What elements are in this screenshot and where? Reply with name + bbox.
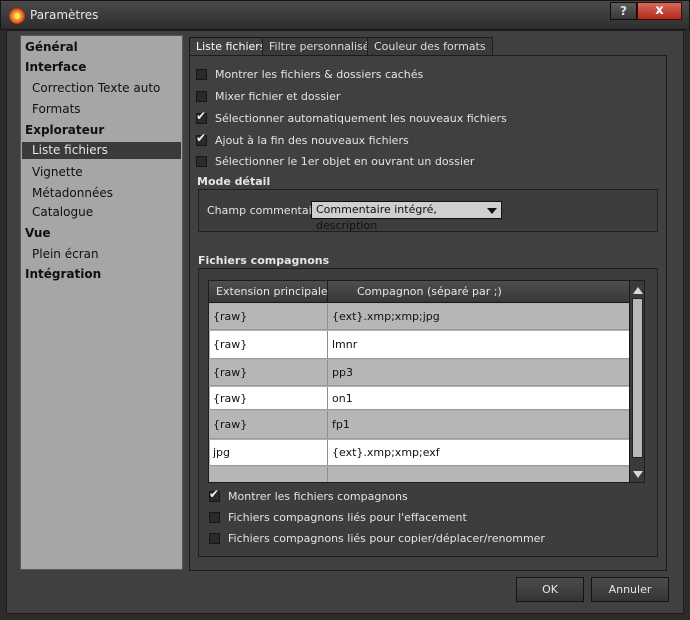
checkbox[interactable] [196,131,207,146]
table-cell[interactable]: {raw} [210,411,328,438]
scroll-up-icon[interactable] [633,287,643,294]
app-icon [9,8,25,24]
table-cell[interactable]: {raw} [210,304,328,329]
table-scrollbar[interactable] [629,281,644,482]
table-row[interactable]: {raw} pp3 [210,360,629,386]
option-label: Fichiers compagnons liés pour copier/dép… [228,531,545,545]
table-cell[interactable] [328,467,629,482]
ok-button[interactable]: OK [516,577,584,602]
option-append-new[interactable]: Ajout à la fin des nouveaux fichiers [196,131,409,148]
sidebar-item-plein-ecran[interactable]: Plein écran [22,246,181,263]
companions-table: Extension principale Compagnon (séparé p… [208,280,645,483]
title-bar: Paramètres ? x [0,0,690,30]
table-cell[interactable]: {ext}.xmp;xmp;jpg [328,304,629,329]
sidebar-item-explorateur[interactable]: Explorateur [22,122,181,139]
column-header-extension[interactable]: Extension principale [209,281,328,303]
table-cell[interactable]: jpg [210,440,328,465]
option-companions-copy-move[interactable]: Fichiers compagnons liés pour copier/dép… [209,530,545,546]
sidebar-item-vignette[interactable]: Vignette [22,164,181,181]
sidebar-item-metadonnees[interactable]: Métadonnées [22,185,181,202]
cancel-button[interactable]: Annuler [591,577,669,602]
scroll-down-icon[interactable] [633,471,643,478]
tab-filtre-personnalise[interactable]: Filtre personnalisé [262,37,377,56]
tab-liste-fichiers[interactable]: Liste fichiers [189,37,273,56]
help-button[interactable]: ? [610,2,637,20]
section-title-companions: Fichiers compagnons [198,254,330,267]
option-companions-delete[interactable]: Fichiers compagnons liés pour l'effaceme… [209,509,467,525]
table-row[interactable]: jpg {ext}.xmp;xmp;exf [210,440,629,466]
table-header: Extension principale Compagnon (séparé p… [209,281,629,303]
checkbox[interactable] [209,487,220,502]
sidebar-item-vue[interactable]: Vue [22,225,181,242]
scrollbar-thumb[interactable] [632,298,643,458]
option-auto-select-new[interactable]: Sélectionner automatiquement les nouveau… [196,109,507,126]
table-cell[interactable]: {ext}.xmp;xmp;exf [328,440,629,465]
sidebar-item-integration[interactable]: Intégration [22,266,181,283]
sidebar-item-correction[interactable]: Correction Texte auto [22,80,181,97]
table-cell[interactable] [210,467,328,482]
checkbox[interactable] [196,155,207,167]
settings-sidebar: Général Interface Correction Texte auto … [20,35,183,570]
table-cell[interactable]: {raw} [210,331,328,358]
checkbox[interactable] [196,90,207,102]
option-label: Montrer les fichiers compagnons [228,489,408,503]
option-label: Sélectionner automatiquement les nouveau… [215,111,507,125]
checkbox[interactable] [196,68,207,80]
option-label: Fichiers compagnons liés pour l'effaceme… [228,510,467,524]
option-label: Montrer les fichiers & dossiers cachés [215,67,424,81]
option-label: Sélectionner le 1er objet en ouvrant un … [215,154,475,168]
table-row[interactable] [210,467,629,482]
sidebar-item-general[interactable]: Général [22,39,181,56]
checkbox[interactable] [209,511,220,523]
chevron-down-icon [487,208,497,214]
option-show-hidden[interactable]: Montrer les fichiers & dossiers cachés [196,66,423,82]
table-cell[interactable]: on1 [328,387,629,409]
table-cell[interactable]: fp1 [328,411,629,438]
comment-field-select[interactable]: Commentaire intégré, description [311,201,502,232]
table-cell[interactable]: lmnr [328,331,629,358]
option-show-companions[interactable]: Montrer les fichiers compagnons [209,487,408,504]
comment-field-label: Champ commentaire [207,204,323,217]
close-button[interactable]: x [637,2,682,20]
table-row[interactable]: {raw} on1 [210,387,629,410]
option-label: Ajout à la fin des nouveaux fichiers [215,133,409,147]
table-row[interactable]: {raw} lmnr [210,331,629,359]
sidebar-item-formats[interactable]: Formats [22,101,181,118]
table-row[interactable]: {raw} fp1 [210,411,629,439]
option-select-first[interactable]: Sélectionner le 1er objet en ouvrant un … [196,153,474,169]
table-row[interactable]: {raw} {ext}.xmp;xmp;jpg [210,304,629,330]
sidebar-item-interface[interactable]: Interface [22,59,181,76]
table-cell[interactable]: {raw} [210,360,328,385]
tab-couleur-formats[interactable]: Couleur des formats [367,37,493,56]
checkbox[interactable] [196,109,207,124]
checkbox[interactable] [209,532,220,544]
window-title: Paramètres [30,8,99,22]
option-label: Mixer fichier et dossier [215,89,341,103]
table-cell[interactable]: pp3 [328,360,629,385]
sidebar-item-liste-fichiers[interactable]: Liste fichiers [22,142,181,159]
sidebar-item-catalogue[interactable]: Catalogue [22,204,181,221]
column-header-companion[interactable]: Compagnon (séparé par ;) [328,281,629,303]
table-cell[interactable]: {raw} [210,387,328,409]
section-title-mode-detail: Mode détail [197,175,271,188]
option-mix-files-folders[interactable]: Mixer fichier et dossier [196,88,340,104]
